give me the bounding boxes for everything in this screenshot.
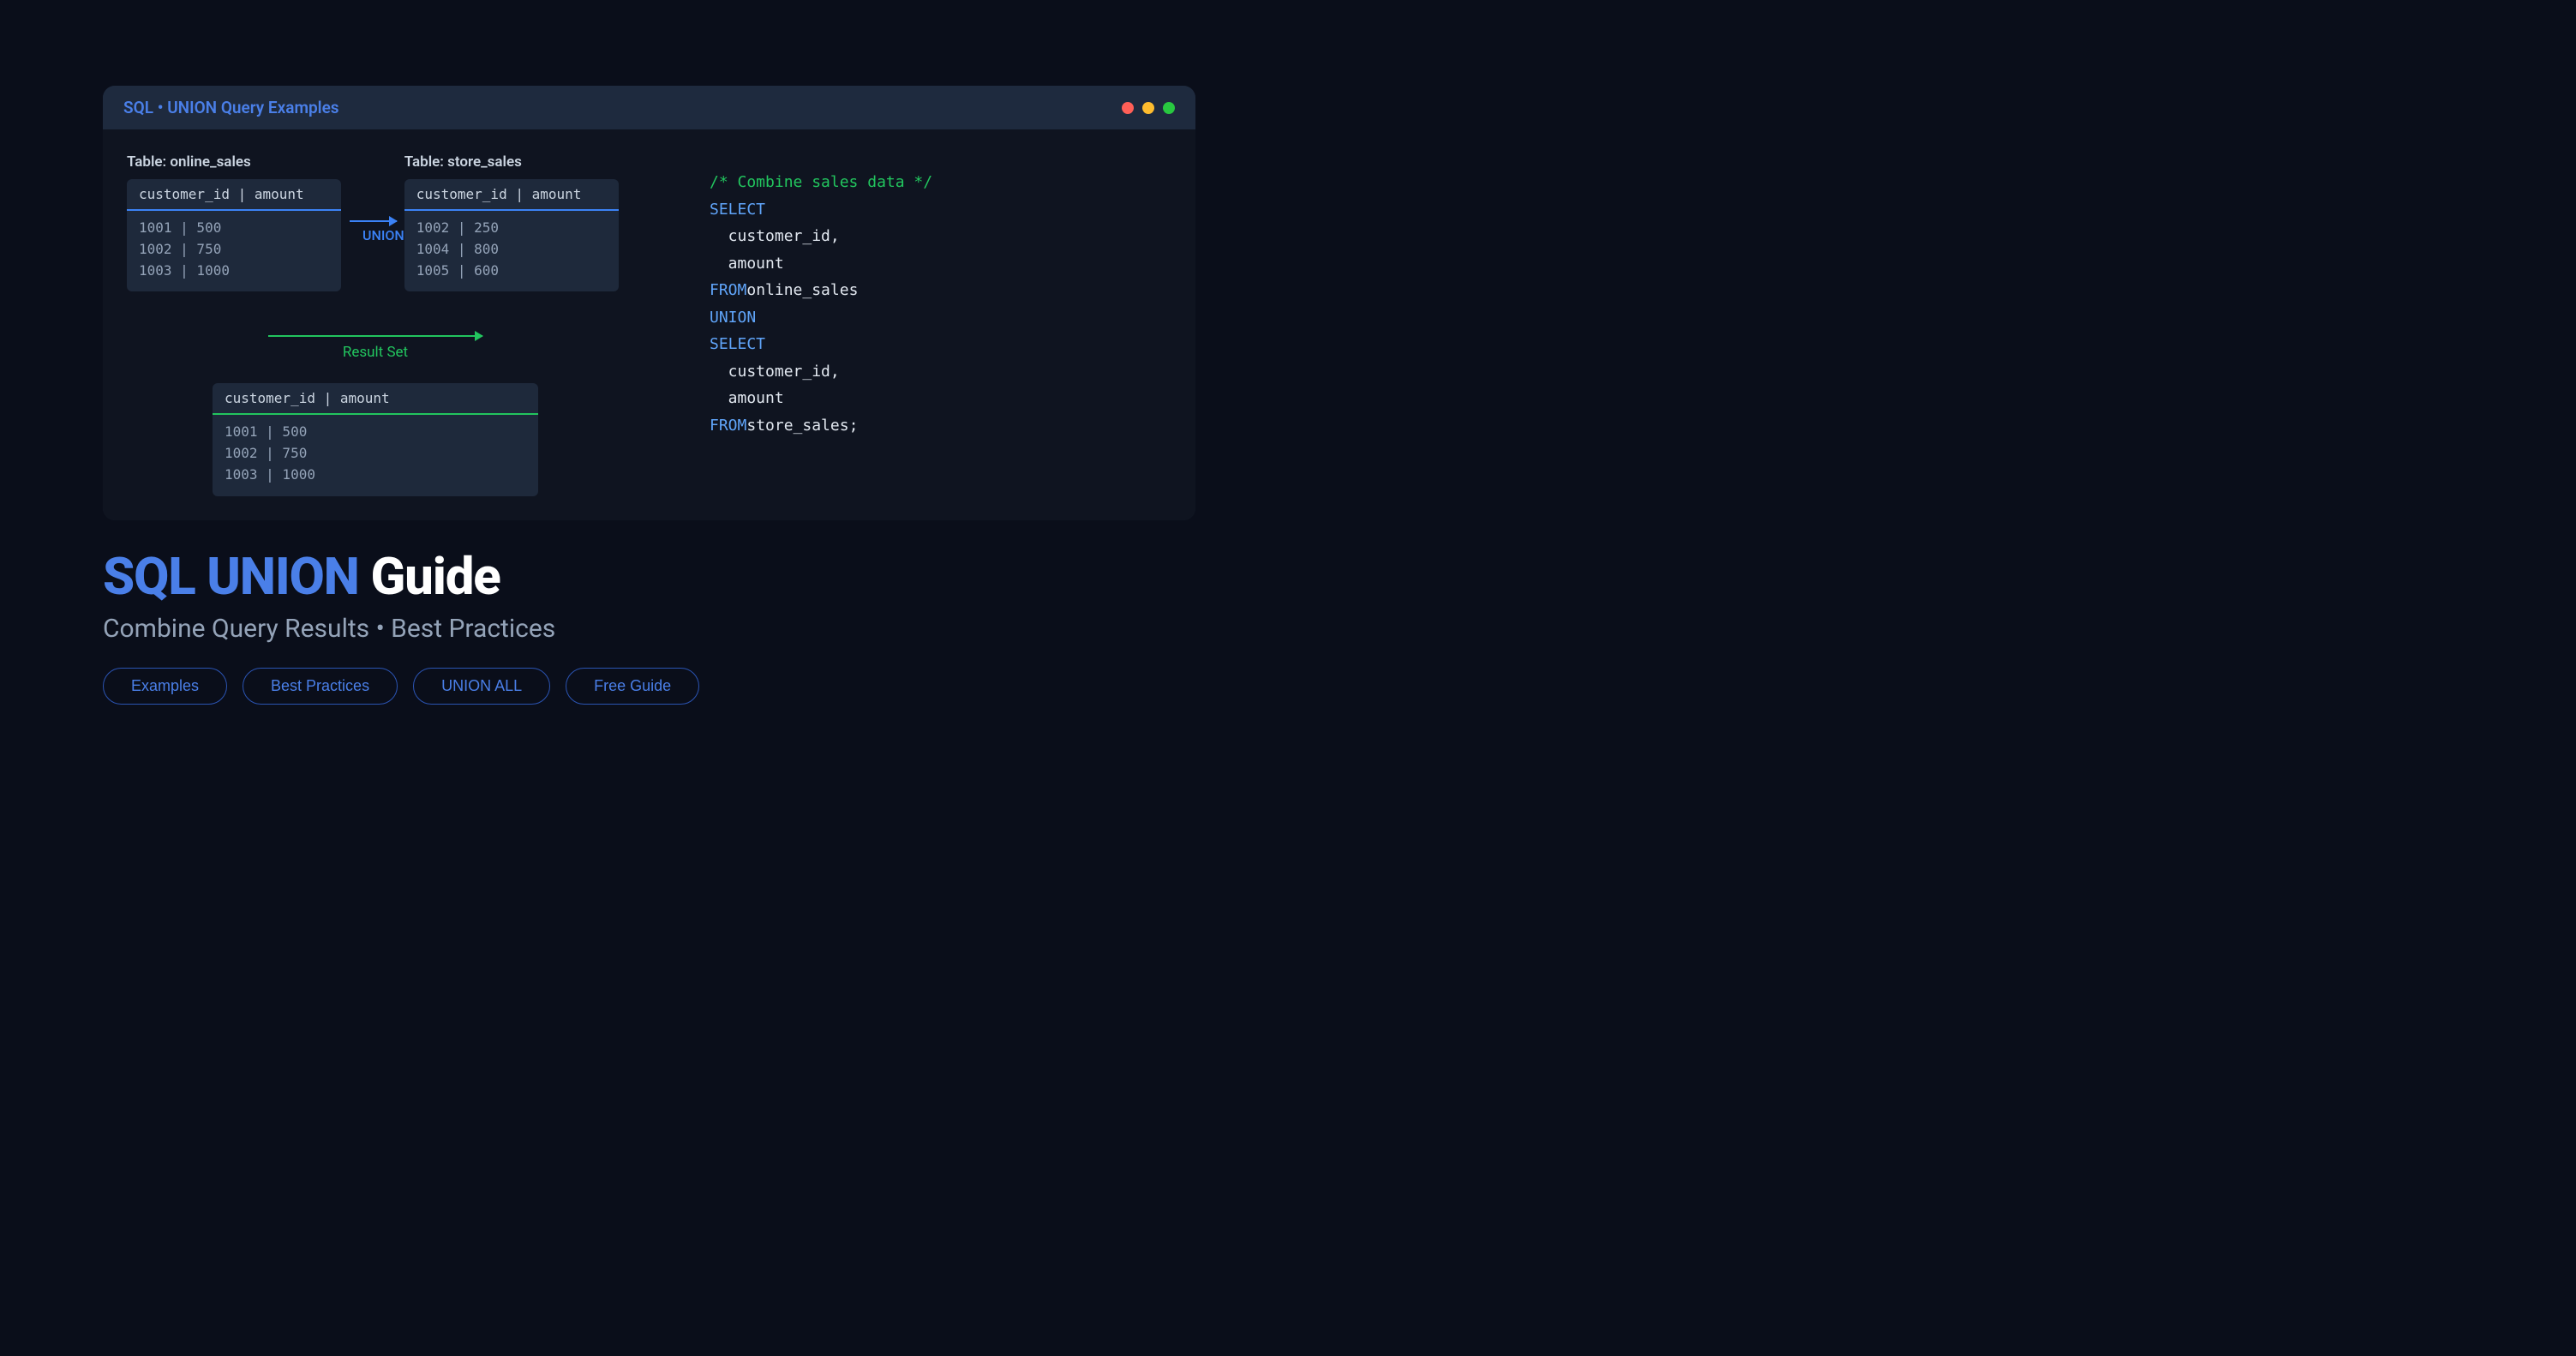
table-box-left: customer_id | amount 1001 | 500 1002 | 7…: [127, 179, 341, 291]
arrow-right-green-icon: [268, 335, 482, 337]
hero-title-white: Guide: [370, 546, 500, 607]
arrow-right-icon: [350, 220, 397, 222]
title-sql: SQL: [123, 98, 153, 117]
window-title: SQL • UNION Query Examples: [123, 98, 339, 117]
title-bullet: •: [158, 98, 164, 117]
code-from-1-id: online_sales: [746, 281, 858, 299]
hero-subtitle: Combine Query Results • Best Practices: [103, 614, 2473, 644]
code-select-1: SELECT: [710, 196, 1171, 224]
maximize-icon[interactable]: [1163, 102, 1175, 114]
union-all-button[interactable]: UNION ALL: [413, 668, 550, 705]
union-label: UNION: [362, 227, 404, 243]
title-rest: UNION Query Examples: [167, 98, 338, 117]
table-store-sales: Table: store_sales customer_id | amount …: [404, 153, 619, 291]
table-title-left: Table: online_sales: [127, 153, 341, 171]
minimize-icon[interactable]: [1142, 102, 1154, 114]
page-title: SQL UNION Guide: [103, 546, 2473, 607]
code-col-2a: customer_id,: [728, 363, 840, 381]
result-set-label: Result Set: [343, 344, 408, 361]
demo-panel: Table: online_sales customer_id | amount…: [127, 153, 624, 496]
window-body: Table: online_sales customer_id | amount…: [103, 129, 1195, 520]
code-col-2b: amount: [728, 389, 784, 407]
close-icon[interactable]: [1122, 102, 1134, 114]
result-arrow-wrap: Result Set: [268, 335, 482, 361]
table-title-right: Table: store_sales: [404, 153, 619, 171]
result-section: Result Set customer_id | amount 1001 | 5…: [127, 324, 624, 495]
code-col-1a: customer_id,: [728, 227, 840, 245]
code-comment: /* Combine sales data */: [710, 169, 1171, 196]
result-header: customer_id | amount: [213, 383, 538, 415]
result-rows: 1001 | 500 1002 | 750 1003 | 1000: [213, 415, 538, 495]
table-rows-right: 1002 | 250 1004 | 800 1005 | 600: [404, 211, 619, 291]
table-header-right: customer_id | amount: [404, 179, 619, 211]
code-from-2-id: store_sales;: [746, 417, 858, 435]
table-online-sales: Table: online_sales customer_id | amount…: [127, 153, 341, 291]
hero-section: SQL UNION Guide Combine Query Results • …: [103, 546, 2473, 705]
code-col-1b: amount: [728, 255, 784, 273]
best-practices-button[interactable]: Best Practices: [243, 668, 398, 705]
traffic-lights: [1122, 102, 1175, 114]
table-header-left: customer_id | amount: [127, 179, 341, 211]
code-select-2: SELECT: [710, 331, 1171, 358]
sql-code-panel: /* Combine sales data */ SELECT customer…: [710, 153, 1171, 496]
code-from-2-kw: FROM: [710, 417, 746, 435]
code-from-1-kw: FROM: [710, 281, 746, 299]
pill-row: Examples Best Practices UNION ALL Free G…: [103, 668, 2473, 705]
source-tables-row: Table: online_sales customer_id | amount…: [127, 153, 624, 291]
window-titlebar: SQL • UNION Query Examples: [103, 86, 1195, 129]
hero-title-blue: SQL UNION: [103, 546, 359, 607]
result-table: customer_id | amount 1001 | 500 1002 | 7…: [213, 383, 538, 495]
examples-button[interactable]: Examples: [103, 668, 227, 705]
editor-window: SQL • UNION Query Examples Table: online…: [103, 86, 1195, 520]
free-guide-button[interactable]: Free Guide: [566, 668, 699, 705]
table-box-right: customer_id | amount 1002 | 250 1004 | 8…: [404, 179, 619, 291]
table-rows-left: 1001 | 500 1002 | 750 1003 | 1000: [127, 211, 341, 291]
code-union: UNION: [710, 304, 1171, 332]
union-arrow-block: UNION: [375, 220, 404, 243]
